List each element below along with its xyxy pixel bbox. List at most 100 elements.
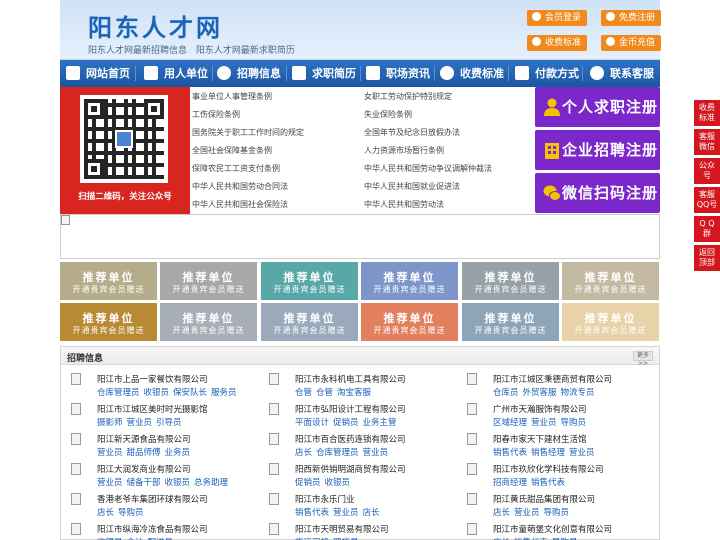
position-link[interactable]: 导购员 xyxy=(561,418,587,428)
recommend-slot[interactable]: 推荐单位 开通贵宾会员赠送 xyxy=(562,303,659,341)
company-name-link[interactable]: 香港老爷车集团环球有限公司 xyxy=(97,493,208,505)
company-logo-icon[interactable] xyxy=(71,523,81,535)
policy-link[interactable]: 中华人民共和国劳动争议调解仲裁法 xyxy=(364,163,492,174)
nav-jobs[interactable]: 招聘信息 xyxy=(217,60,281,87)
recommend-slot[interactable]: 推荐单位 开通贵宾会员赠送 xyxy=(60,303,157,341)
position-link[interactable]: 营业员 xyxy=(333,508,359,518)
position-link[interactable]: 仓管 xyxy=(295,388,312,398)
recommend-slot[interactable]: 推荐单位 开通贵宾会员赠送 xyxy=(462,262,559,300)
position-link[interactable]: 业务员 xyxy=(165,448,191,458)
recommend-slot[interactable]: 推荐单位 开通贵宾会员赠送 xyxy=(160,303,257,341)
position-link[interactable]: 摄影师 xyxy=(97,418,123,428)
recommend-slot[interactable]: 推荐单位 开通贵宾会员赠送 xyxy=(60,262,157,300)
company-logo-icon[interactable] xyxy=(269,373,279,385)
position-link[interactable]: 仓库员 xyxy=(493,388,519,398)
position-link[interactable]: 店长 xyxy=(363,508,380,518)
position-link[interactable]: 营业员 xyxy=(127,418,153,428)
policy-link[interactable]: 中华人民共和国社会保险法 xyxy=(192,199,288,210)
company-name-link[interactable]: 阳西新供销明湖商贸有限公司 xyxy=(295,463,406,475)
float-qq-button[interactable]: 客服 QQ号 xyxy=(694,187,720,213)
nav-resumes[interactable]: 求职简历 xyxy=(292,60,356,87)
policy-link[interactable]: 中华人民共和国劳动法 xyxy=(364,199,444,210)
position-link[interactable]: 导购员 xyxy=(544,508,570,518)
position-link[interactable]: 收银员 xyxy=(165,478,191,488)
position-link[interactable]: 店长 xyxy=(295,448,312,458)
position-link[interactable]: 储备干部 xyxy=(127,478,161,488)
company-logo-icon[interactable] xyxy=(71,493,81,505)
company-name-link[interactable]: 阳江黄氏甜品集团有限公司 xyxy=(493,493,595,505)
position-link[interactable]: 甜品师傅 xyxy=(127,448,161,458)
more-button[interactable]: 更多>> xyxy=(633,351,653,367)
recommend-slot[interactable]: 推荐单位 开通贵宾会员赠送 xyxy=(562,262,659,300)
policy-link[interactable]: 工伤保险条例 xyxy=(192,109,240,120)
float-back-to-top-button[interactable]: 返回 顶部 xyxy=(694,245,720,271)
policy-link[interactable]: 事业单位人事管理条例 xyxy=(192,91,272,102)
recommend-slot[interactable]: 推荐单位 开通贵宾会员赠送 xyxy=(261,262,358,300)
enterprise-register-button[interactable]: 企业招聘注册 xyxy=(535,130,660,170)
company-logo-icon[interactable] xyxy=(269,523,279,535)
wechat-register-button[interactable]: 微信扫码注册 xyxy=(535,173,660,213)
company-logo-icon[interactable] xyxy=(269,493,279,505)
nav-payment[interactable]: 付款方式 xyxy=(515,60,579,87)
company-logo-icon[interactable] xyxy=(71,373,81,385)
nav-news[interactable]: 职场资讯 xyxy=(366,60,430,87)
policy-link[interactable]: 保障农民工工资支付条例 xyxy=(192,163,280,174)
policy-link[interactable]: 国务院关于职工工作时间的规定 xyxy=(192,127,304,138)
coin-recharge-button[interactable]: 金币充值 xyxy=(601,35,662,51)
company-name-link[interactable]: 阳江市玖欣化学科技有限公司 xyxy=(493,463,604,475)
company-logo-icon[interactable] xyxy=(467,523,477,535)
fee-standard-button[interactable]: 收费标准 xyxy=(527,35,588,51)
position-link[interactable]: 促销员 xyxy=(333,418,359,428)
latest-resumes-link[interactable]: 阳东人才网最新求职简历 xyxy=(196,46,295,56)
position-link[interactable]: 营业员 xyxy=(97,448,123,458)
position-link[interactable]: 仓库管理员 xyxy=(97,388,140,398)
policy-link[interactable]: 全国社会保障基金条例 xyxy=(192,145,272,156)
position-link[interactable]: 店长 xyxy=(493,508,510,518)
company-logo-icon[interactable] xyxy=(269,463,279,475)
policy-link[interactable]: 全国年节及纪念日放假办法 xyxy=(364,127,460,138)
position-link[interactable]: 销售代表 xyxy=(295,508,329,518)
position-link[interactable]: 物流专员 xyxy=(561,388,595,398)
nav-home[interactable]: 网站首页 xyxy=(66,60,130,87)
company-logo-icon[interactable] xyxy=(467,463,477,475)
position-link[interactable]: 营业员 xyxy=(97,478,123,488)
position-link[interactable]: 营业员 xyxy=(363,448,389,458)
company-name-link[interactable]: 阳江市纵海冷冻食品有限公司 xyxy=(97,523,208,535)
float-qq-group-button[interactable]: Q Q群 xyxy=(694,216,720,242)
position-link[interactable]: 业务主管 xyxy=(363,418,397,428)
position-link[interactable]: 招商经理 xyxy=(493,478,527,488)
position-link[interactable]: 仓管 xyxy=(316,388,333,398)
position-link[interactable]: 营业员 xyxy=(569,448,595,458)
position-link[interactable]: 营业员 xyxy=(514,508,540,518)
float-wechat-button[interactable]: 客服 微信 xyxy=(694,129,720,155)
position-link[interactable]: 淘宝客服 xyxy=(337,388,371,398)
company-logo-icon[interactable] xyxy=(269,433,279,445)
nav-contact[interactable]: 联系客服 xyxy=(590,60,654,87)
latest-jobs-link[interactable]: 阳东人才网最新招聘信息 xyxy=(88,46,187,56)
company-logo-icon[interactable] xyxy=(71,403,81,415)
recommend-slot[interactable]: 推荐单位 开通贵宾会员赠送 xyxy=(361,303,458,341)
company-logo-icon[interactable] xyxy=(467,403,477,415)
company-name-link[interactable]: 阳江大润发商业有限公司 xyxy=(97,463,191,475)
position-link[interactable]: 导购员 xyxy=(118,508,144,518)
company-name-link[interactable]: 阳江市永乐门业 xyxy=(295,493,355,505)
recommend-slot[interactable]: 推荐单位 开通贵宾会员赠送 xyxy=(261,303,358,341)
position-link[interactable]: 店长 xyxy=(97,508,114,518)
position-link[interactable]: 保安队长 xyxy=(173,388,207,398)
company-logo-icon[interactable] xyxy=(467,373,477,385)
login-button[interactable]: 会员登录 xyxy=(527,10,588,26)
position-link[interactable]: 销售代表 xyxy=(531,478,565,488)
register-button[interactable]: 免费注册 xyxy=(601,10,662,26)
recommend-slot[interactable]: 推荐单位 开通贵宾会员赠送 xyxy=(160,262,257,300)
nav-employers[interactable]: 用人单位 xyxy=(144,60,208,87)
position-link[interactable]: 仓库管理员 xyxy=(316,448,359,458)
company-name-link[interactable]: 阳江市江城区美时时光摄影馆 xyxy=(97,403,208,415)
company-name-link[interactable]: 阳春市家天下建材生活馆 xyxy=(493,433,587,445)
company-name-link[interactable]: 阳江市童萌堡文化创意有限公司 xyxy=(493,523,612,535)
company-name-link[interactable]: 广州市天瀚服饰有限公司 xyxy=(493,403,587,415)
company-name-link[interactable]: 阳江市江城区秉德商贸有限公司 xyxy=(493,373,612,385)
policy-link[interactable]: 中华人民共和国就业促进法 xyxy=(364,181,460,192)
banner-ad[interactable] xyxy=(60,214,660,259)
company-logo-icon[interactable] xyxy=(467,493,477,505)
recommend-slot[interactable]: 推荐单位 开通贵宾会员赠送 xyxy=(462,303,559,341)
